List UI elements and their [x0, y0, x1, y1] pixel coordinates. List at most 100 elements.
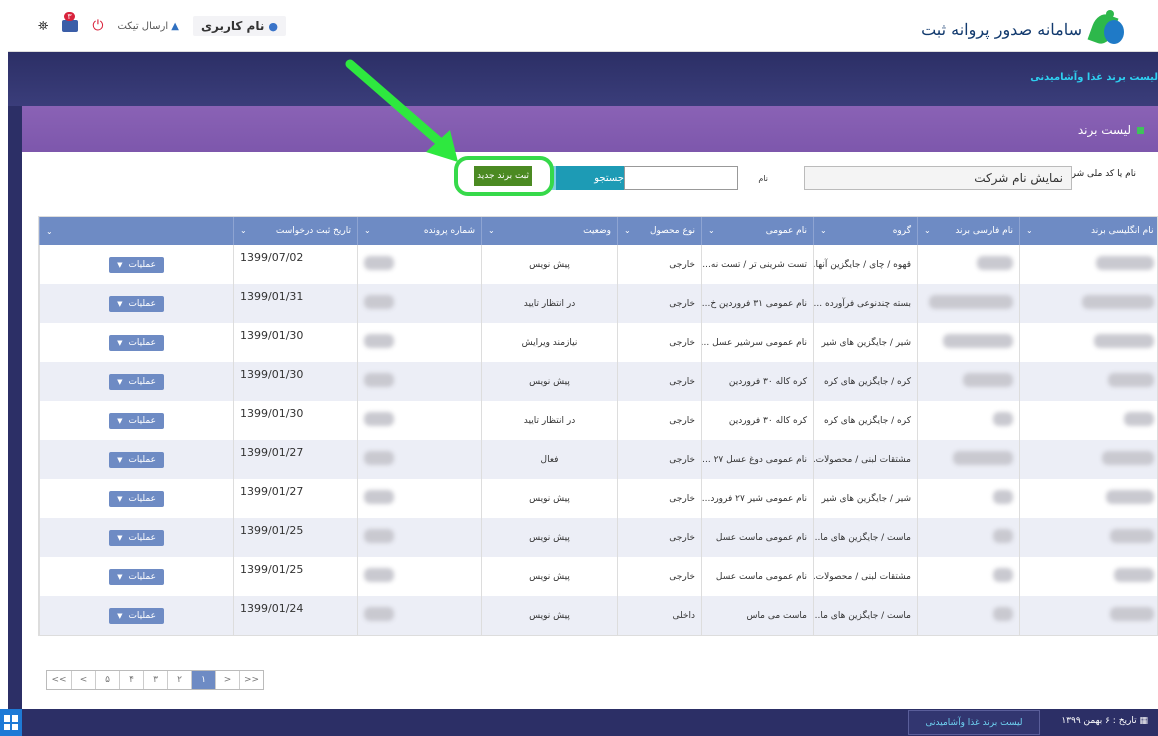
- page-button[interactable]: >>: [239, 671, 263, 689]
- chevron-down-icon: ⌄: [624, 226, 631, 235]
- page-button[interactable]: ۴: [119, 671, 143, 689]
- mail-icon[interactable]: ۳: [62, 12, 79, 32]
- cell-product-type: خارجی: [617, 401, 702, 440]
- operations-button[interactable]: عملیات ▼: [109, 373, 164, 390]
- col-file-number[interactable]: شماره پرونده ⌄: [357, 217, 482, 245]
- cell-status: پیش نویس: [481, 479, 618, 518]
- cell-product-type: خارجی: [617, 440, 702, 479]
- footer-date: ▦ تاریخ : ۶ بهمن ۱۳۹۹: [1061, 716, 1148, 726]
- operations-button[interactable]: عملیات ▼: [109, 256, 164, 273]
- name-label: نام: [758, 174, 768, 183]
- operations-button[interactable]: عملیات ▼: [109, 451, 164, 468]
- col-english-name[interactable]: نام انگلیسی برند ⌄: [1019, 217, 1157, 245]
- page-button[interactable]: <<: [47, 671, 71, 689]
- caret-down-icon: ▼: [117, 533, 123, 542]
- page-button[interactable]: <: [71, 671, 95, 689]
- operations-button[interactable]: عملیات ▼: [109, 412, 164, 429]
- cell-file-number: [357, 362, 482, 401]
- cell-product-type: داخلی: [617, 596, 702, 635]
- page-button[interactable]: ۱: [191, 671, 215, 689]
- cell-english-name: [1019, 245, 1157, 284]
- col-operations[interactable]: ⌄: [39, 217, 234, 245]
- operations-button[interactable]: عملیات ▼: [109, 295, 164, 312]
- operations-label: عملیات: [128, 571, 156, 582]
- cell-persian-name: [917, 323, 1020, 362]
- new-brand-button[interactable]: ثبت برند جدید: [474, 166, 532, 186]
- col-label: نام انگلیسی برند: [1091, 226, 1154, 236]
- cell-product-type: خارجی: [617, 245, 702, 284]
- table-row: بسته چندنوعی فرآورده ... نام عمومی ۳۱ فر…: [39, 284, 1157, 323]
- search-button-label: جستجو: [594, 172, 624, 184]
- panel-square-icon: [1137, 126, 1144, 134]
- caret-down-icon: ▼: [117, 611, 123, 620]
- cell-request-date: 1399/01/25: [233, 557, 358, 596]
- cell-persian-name: [917, 557, 1020, 596]
- cell-persian-name: [917, 284, 1020, 323]
- page-button[interactable]: >: [215, 671, 239, 689]
- cell-group: ماست / جایگزین های ما...: [813, 518, 918, 557]
- col-persian-name[interactable]: نام فارسی برند ⌄: [917, 217, 1020, 245]
- operations-button[interactable]: عملیات ▼: [109, 568, 164, 585]
- caret-down-icon: ▼: [117, 572, 123, 581]
- cell-status: پیش نویس: [481, 362, 618, 401]
- cell-english-name: [1019, 479, 1157, 518]
- cell-english-name: [1019, 323, 1157, 362]
- cell-operations: عملیات ▼: [39, 557, 234, 596]
- cell-product-type: خارجی: [617, 284, 702, 323]
- company-field[interactable]: نمایش نام شرکت: [804, 166, 1072, 190]
- user-menu[interactable]: نام کاربری ●: [193, 16, 286, 36]
- col-product-type[interactable]: نوع محصول ⌄: [617, 217, 702, 245]
- col-request-date[interactable]: تاریخ ثبت درخواست ⌄: [233, 217, 358, 245]
- chevron-down-icon: ⌄: [364, 226, 371, 235]
- cell-generic-name: ماست می ماس: [701, 596, 814, 635]
- operations-button[interactable]: عملیات ▼: [109, 490, 164, 507]
- cell-status: پیش نویس: [481, 557, 618, 596]
- operations-button[interactable]: عملیات ▼: [109, 529, 164, 546]
- windows-start-icon[interactable]: [0, 709, 22, 736]
- top-header: سامانه صدور پروانه ثبت ⛯ ۳ ⏻ ارسال تیکت …: [8, 4, 1158, 52]
- cell-request-date: 1399/01/27: [233, 440, 358, 479]
- section-link[interactable]: لیست برند غذا وآشامیدنی: [1030, 72, 1158, 83]
- page-button[interactable]: ۵: [95, 671, 119, 689]
- left-strip: [8, 106, 22, 709]
- col-group[interactable]: گروه ⌄: [813, 217, 918, 245]
- arrow-up-icon: ▲: [171, 20, 179, 32]
- cell-status: در انتظار تایید: [481, 284, 618, 323]
- search-row: نام یا کد ملی شرکت نمایش نام شرکت نام جس…: [22, 152, 1158, 212]
- page-button[interactable]: ۲: [167, 671, 191, 689]
- cell-persian-name: [917, 479, 1020, 518]
- operations-label: عملیات: [128, 454, 156, 465]
- cell-request-date: 1399/07/02: [233, 245, 358, 284]
- panel-header: لیست برند: [22, 106, 1158, 152]
- chevron-down-icon: ⌄: [1026, 226, 1033, 235]
- operations-button[interactable]: عملیات ▼: [109, 607, 164, 624]
- cell-persian-name: [917, 596, 1020, 635]
- app-logo: [1087, 10, 1128, 48]
- panel-title: لیست برند: [1078, 123, 1144, 137]
- caret-down-icon: ▼: [117, 377, 123, 386]
- chevron-down-icon: ⌄: [708, 226, 715, 235]
- power-icon[interactable]: ⏻: [92, 18, 103, 34]
- cell-group: کره / جایگزین های کره: [813, 401, 918, 440]
- table-row: قهوه / چای / جایگزین آنها... تست شرینی ت…: [39, 245, 1157, 284]
- panel-title-text: لیست برند: [1077, 123, 1131, 137]
- page-button[interactable]: ۳: [143, 671, 167, 689]
- user-icon: ●: [268, 19, 278, 33]
- operations-label: عملیات: [128, 337, 156, 348]
- chevron-down-icon: ⌄: [240, 226, 247, 235]
- org-logo-icon[interactable]: ⛯: [38, 19, 48, 34]
- send-ticket-link[interactable]: ارسال تیکت ▲: [117, 21, 179, 32]
- col-status[interactable]: وضعیت ⌄: [481, 217, 618, 245]
- col-generic-name[interactable]: نام عمومی ⌄: [701, 217, 814, 245]
- send-ticket-label: ارسال تیکت: [117, 20, 169, 32]
- name-input[interactable]: [624, 166, 738, 190]
- cell-group: بسته چندنوعی فرآورده ...: [813, 284, 918, 323]
- search-button[interactable]: جستجو: [542, 166, 624, 190]
- cell-operations: عملیات ▼: [39, 323, 234, 362]
- cell-status: پیش نویس: [481, 245, 618, 284]
- operations-button[interactable]: عملیات ▼: [109, 334, 164, 351]
- footer-tab[interactable]: لیست برند غذا وآشامیدنی: [908, 710, 1040, 735]
- app-branding: سامانه صدور پروانه ثبت: [921, 10, 1128, 48]
- operations-label: عملیات: [128, 259, 156, 270]
- operations-label: عملیات: [128, 298, 156, 309]
